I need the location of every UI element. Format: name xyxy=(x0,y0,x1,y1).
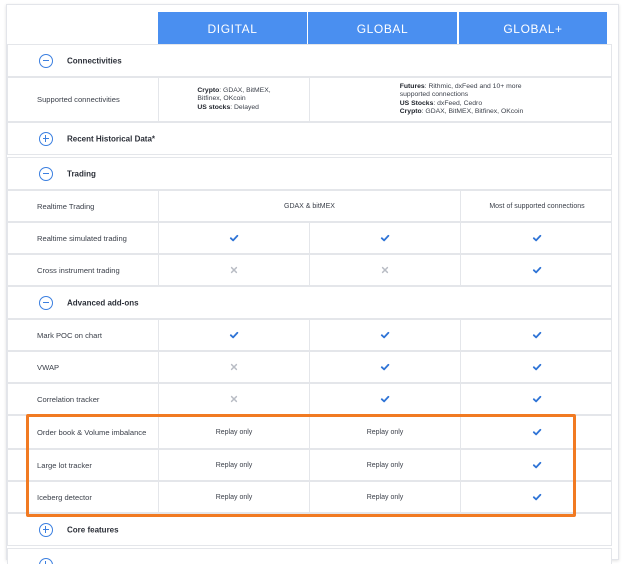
check-icon xyxy=(380,331,390,339)
cell-globalplus xyxy=(460,450,613,480)
table-row-mark-poc: Mark POC on chart xyxy=(7,319,612,351)
table-row-supported-connectivities: Supported connectivities Crypto: GDAX, B… xyxy=(7,77,612,122)
row-label: Supported connectivities xyxy=(37,95,120,104)
cross-icon xyxy=(230,266,238,274)
row-label: VWAP xyxy=(37,362,60,372)
section-advanced-addons[interactable]: Advanced add-ons xyxy=(7,286,612,319)
cell-digital xyxy=(158,352,309,382)
check-icon xyxy=(532,493,542,501)
cell-digital xyxy=(158,384,309,414)
cell-global xyxy=(309,352,460,382)
cell-digital: Replay only xyxy=(158,416,309,448)
cell-globalplus xyxy=(460,482,613,512)
table-row-correlation-tracker: Correlation tracker xyxy=(7,383,612,415)
section-title: Recent Historical Data* xyxy=(67,134,156,143)
cell-global: Replay only xyxy=(309,450,460,480)
check-icon xyxy=(532,266,542,274)
section-next-partial[interactable] xyxy=(7,548,612,564)
check-icon xyxy=(380,234,390,242)
collapse-icon[interactable] xyxy=(39,53,53,68)
supported-global-text: Futures: Rithmic, dxFeed and 10+ more su… xyxy=(399,82,524,115)
check-icon xyxy=(532,461,542,469)
check-icon xyxy=(532,363,542,371)
cross-icon xyxy=(230,363,238,371)
check-icon xyxy=(532,331,542,339)
cell-globalplus xyxy=(460,223,613,253)
cell-global xyxy=(309,255,460,285)
check-icon xyxy=(532,428,542,436)
table-row-iceberg: Iceberg detector Replay only Replay only xyxy=(7,481,612,513)
row-label: Realtime simulated trading xyxy=(37,233,127,243)
row-label: Iceberg detector xyxy=(37,492,92,502)
section-historical-data[interactable]: Recent Historical Data* xyxy=(7,122,612,155)
cell-globalplus xyxy=(460,384,613,414)
section-title: Connectivities xyxy=(67,56,122,65)
section-trading[interactable]: Trading xyxy=(7,157,612,190)
row-label: Correlation tracker xyxy=(37,394,100,404)
check-icon xyxy=(229,331,239,339)
cell-global: Replay only xyxy=(309,416,460,448)
cell-digital: Crypto: GDAX, BitMEX, Bitfinex, OKcoin U… xyxy=(158,78,309,121)
table-row-order-book: Order book & Volume imbalance Replay onl… xyxy=(7,415,612,449)
cell-global: Replay only xyxy=(309,482,460,512)
row-label: Order book & Volume imbalance xyxy=(37,427,147,437)
table-row-realtime-simulated: Realtime simulated trading xyxy=(7,222,612,254)
section-connectivities[interactable]: Connectivities xyxy=(7,44,612,77)
section-title: Advanced add-ons xyxy=(67,298,139,307)
expand-icon[interactable] xyxy=(39,131,53,146)
table-row-realtime-trading: Realtime Trading GDAX & bitMEX Most of s… xyxy=(7,190,612,222)
check-icon xyxy=(380,363,390,371)
column-header-global: GLOBAL xyxy=(308,12,457,45)
section-title: Core features xyxy=(67,525,119,534)
cell-global-globalplus: Futures: Rithmic, dxFeed and 10+ more su… xyxy=(309,78,613,121)
row-label: Large lot tracker xyxy=(37,460,92,470)
check-icon xyxy=(532,395,542,403)
table-row-cross-instrument: Cross instrument trading xyxy=(7,254,612,286)
cell-global xyxy=(309,384,460,414)
row-label: Mark POC on chart xyxy=(37,330,102,340)
cell-digital: Replay only xyxy=(158,482,309,512)
supported-digital-text: Crypto: GDAX, BitMEX, Bitfinex, OKcoin U… xyxy=(197,86,271,111)
table-row-vwap: VWAP xyxy=(7,351,612,383)
cell-globalplus xyxy=(460,352,613,382)
expand-icon[interactable] xyxy=(39,522,53,537)
section-title: Trading xyxy=(67,169,96,178)
cell-digital: Replay only xyxy=(158,450,309,480)
check-icon xyxy=(229,234,239,242)
collapse-icon[interactable] xyxy=(39,166,53,181)
cell-globalplus: Most of supported connections xyxy=(460,191,613,221)
check-icon xyxy=(532,234,542,242)
cell-digital xyxy=(158,255,309,285)
cell-digital xyxy=(158,320,309,350)
cell-digital-global: GDAX & bitMEX xyxy=(158,191,460,221)
cross-icon xyxy=(381,266,389,274)
row-label: Realtime Trading xyxy=(37,201,95,211)
cell-global xyxy=(309,223,460,253)
cell-globalplus xyxy=(460,255,613,285)
cell-globalplus xyxy=(460,416,613,448)
check-icon xyxy=(380,395,390,403)
cell-digital xyxy=(158,223,309,253)
row-label: Cross instrument trading xyxy=(37,265,120,275)
table-row-large-lot: Large lot tracker Replay only Replay onl… xyxy=(7,449,612,481)
expand-icon[interactable] xyxy=(39,557,53,564)
cell-global xyxy=(309,320,460,350)
section-core-features[interactable]: Core features xyxy=(7,513,612,546)
column-header-global-plus: GLOBAL+ xyxy=(459,12,607,45)
cell-globalplus xyxy=(460,320,613,350)
cross-icon xyxy=(230,395,238,403)
collapse-icon[interactable] xyxy=(39,295,53,310)
column-header-digital: DIGITAL xyxy=(158,12,307,45)
